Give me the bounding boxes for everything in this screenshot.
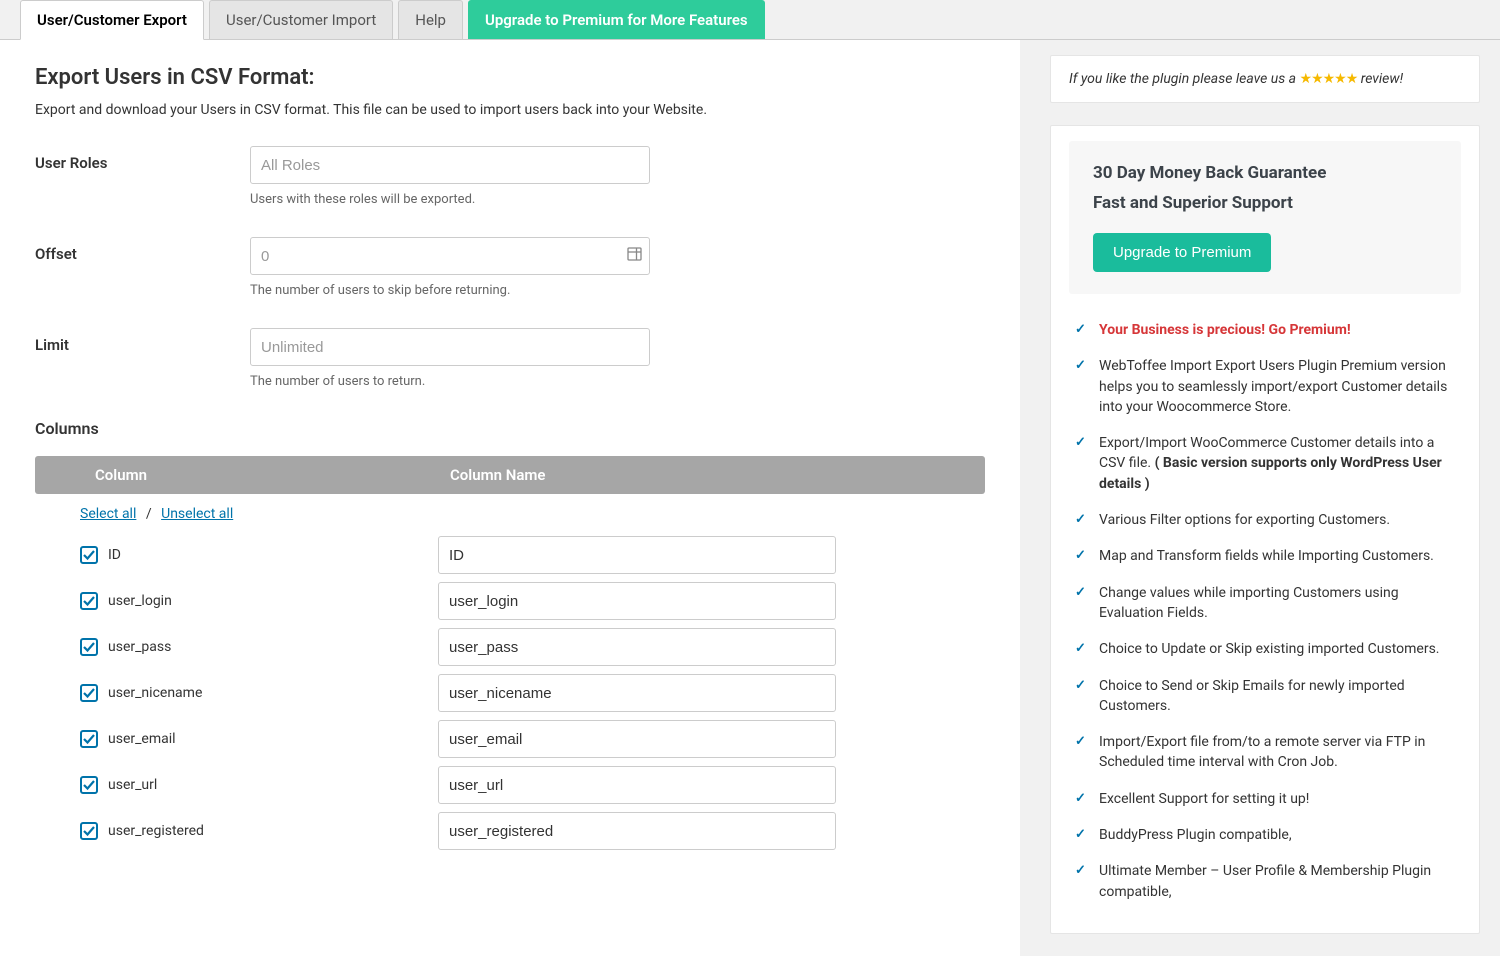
page-description: Export and download your Users in CSV fo… [35,102,985,118]
separator: / [146,506,152,522]
tab-bar: User/Customer Export User/Customer Impor… [0,0,1500,40]
header-column-name: Column Name [400,456,985,494]
column-checkbox[interactable] [80,546,98,564]
column-checkbox[interactable] [80,730,98,748]
column-row: user_pass [35,628,985,666]
columns-table-header: Column Column Name [35,456,985,494]
feature-item: Export/Import WooCommerce Customer detai… [1075,433,1455,494]
column-name-input[interactable] [438,812,836,850]
tab-upgrade-premium[interactable]: Upgrade to Premium for More Features [468,0,765,39]
feature-item: Various Filter options for exporting Cus… [1075,510,1455,530]
helper-offset: The number of users to skip before retur… [250,283,985,298]
feature-item: Change values while importing Customers … [1075,583,1455,624]
column-row: ID [35,536,985,574]
feature-item: Your Business is precious! Go Premium! [1075,320,1455,340]
column-name-input[interactable] [438,720,836,758]
row-user-roles: User Roles Users with these roles will b… [35,146,985,207]
feature-item: Excellent Support for setting it up! [1075,789,1455,809]
review-box: If you like the plugin please leave us a… [1050,55,1480,103]
column-label: user_pass [108,639,438,655]
column-label: ID [108,547,438,563]
column-label: user_email [108,731,438,747]
feature-item: Ultimate Member – User Profile & Members… [1075,861,1455,902]
guarantee-line-2: Fast and Superior Support [1093,193,1437,213]
helper-limit: The number of users to return. [250,374,985,389]
select-all-link[interactable]: Select all [80,506,136,522]
offset-input[interactable] [250,237,650,275]
guarantee-box: 30 Day Money Back Guarantee Fast and Sup… [1069,141,1461,294]
feature-list: Your Business is precious! Go Premium! We… [1069,320,1461,902]
unselect-all-link[interactable]: Unselect all [161,506,233,522]
sidebar: If you like the plugin please leave us a… [1050,40,1500,956]
tab-help[interactable]: Help [398,0,463,39]
column-checkbox[interactable] [80,822,98,840]
label-limit: Limit [35,328,250,354]
column-checkbox[interactable] [80,776,98,794]
column-name-input[interactable] [438,536,836,574]
stars-icon[interactable]: ★★★★★ [1300,71,1358,87]
review-text: If you like the plugin please leave us a… [1069,71,1403,87]
feature-item: WebToffee Import Export Users Plugin Pre… [1075,356,1455,417]
upgrade-to-premium-button[interactable]: Upgrade to Premium [1093,233,1271,272]
column-label: user_registered [108,823,438,839]
premium-promo-box: 30 Day Money Back Guarantee Fast and Sup… [1050,125,1480,934]
main-panel: Export Users in CSV Format: Export and d… [0,40,1020,956]
feature-item: Map and Transform fields while Importing… [1075,546,1455,566]
user-roles-input[interactable] [250,146,650,184]
label-offset: Offset [35,237,250,263]
column-name-input[interactable] [438,766,836,804]
column-row: user_email [35,720,985,758]
tab-export[interactable]: User/Customer Export [20,0,204,40]
feature-item: Import/Export file from/to a remote serv… [1075,732,1455,773]
select-links: Select all / Unselect all [80,506,985,522]
column-name-input[interactable] [438,582,836,620]
column-label: user_nicename [108,685,438,701]
column-row: user_url [35,766,985,804]
column-row: user_login [35,582,985,620]
feature-item: Choice to Send or Skip Emails for newly … [1075,676,1455,717]
column-checkbox[interactable] [80,684,98,702]
column-row: user_nicename [35,674,985,712]
row-offset: Offset The number of users to skip befor… [35,237,985,298]
helper-user-roles: Users with these roles will be exported. [250,192,985,207]
columns-heading: Columns [35,419,985,438]
page-title: Export Users in CSV Format: [35,65,985,90]
column-checkbox[interactable] [80,592,98,610]
column-label: user_url [108,777,438,793]
label-user-roles: User Roles [35,146,250,172]
feature-item: BuddyPress Plugin compatible, [1075,825,1455,845]
row-limit: Limit The number of users to return. [35,328,985,389]
column-name-input[interactable] [438,674,836,712]
feature-item: Choice to Update or Skip existing import… [1075,639,1455,659]
column-label: user_login [108,593,438,609]
header-column: Column [35,456,400,494]
column-name-input[interactable] [438,628,836,666]
guarantee-line-1: 30 Day Money Back Guarantee [1093,163,1437,183]
tab-import[interactable]: User/Customer Import [209,0,393,39]
column-row: user_registered [35,812,985,850]
column-checkbox[interactable] [80,638,98,656]
limit-input[interactable] [250,328,650,366]
